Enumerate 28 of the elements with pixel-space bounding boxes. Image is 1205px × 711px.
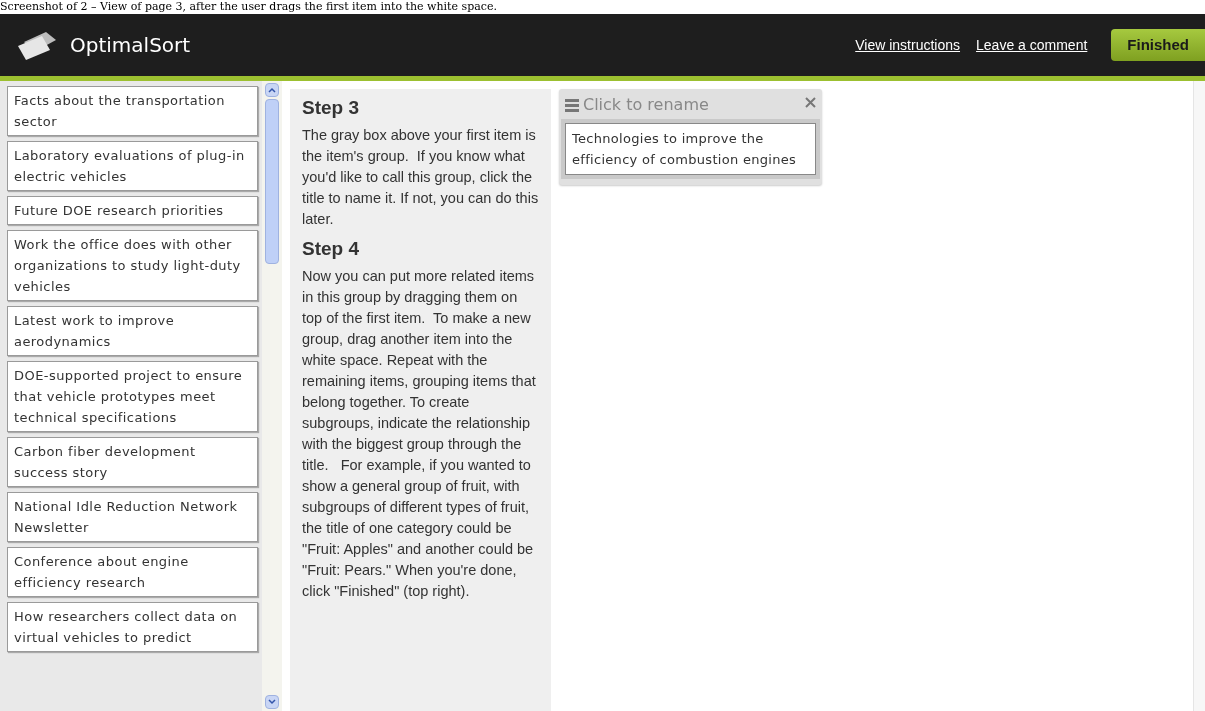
group-card[interactable]: Click to rename Technologies to improve the efficiency of combustion engines bbox=[559, 89, 822, 185]
caption: Screenshot of 2 – View of page 3, after the user drags the first item into the white space. bbox=[0, 0, 497, 14]
scroll-thumb[interactable] bbox=[265, 99, 279, 264]
card-item[interactable]: Carbon fiber development success story bbox=[7, 437, 258, 487]
menu-icon[interactable] bbox=[565, 98, 579, 112]
scroll-down-icon[interactable] bbox=[265, 695, 279, 709]
page-scrollbar[interactable] bbox=[1193, 81, 1205, 711]
step-heading: Step 3 bbox=[302, 96, 361, 120]
header-link[interactable]: View instructions bbox=[855, 34, 961, 56]
card-item[interactable]: DOE-supported project to ensure that vehicle prototypes meet technical specifications bbox=[7, 361, 258, 432]
card-item[interactable]: Work the office does with other organizations to study light-duty vehicles bbox=[7, 230, 258, 301]
header-link[interactable]: Leave a comment bbox=[976, 34, 1088, 56]
card-item[interactable]: Conference about engine efficiency research bbox=[7, 547, 258, 597]
card-item[interactable]: Technologies to improve the efficiency of combustion engines bbox=[565, 123, 816, 175]
finished-button[interactable]: Finished bbox=[1111, 29, 1205, 61]
scrollbar[interactable] bbox=[262, 81, 282, 711]
card-item[interactable]: Laboratory evaluations of plug-in electric vehicles bbox=[7, 141, 258, 191]
step-text: The gray box above your first item is the item's group. If you know what you'd like to call this group, click the title to name it. If not, you can do this later. bbox=[302, 126, 539, 229]
step-text: Now you can put more related items in this group by dragging them on top of the first item. To make a new group, drag another item into the white space. Repeat with the remaining items, grouping items that belong together. To create subgroups, indicate the relationship with the biggest group through the title. For example, if you wanted to show a general group of fruit, with subgroups of different types of fruit, the title of one category could be "Fruit: Apples" and another could be "Fruit: Pears." When you're done, click "Finished" (top right). bbox=[302, 267, 537, 601]
brand-name: OptimalSort bbox=[70, 32, 191, 59]
card-item[interactable]: National Idle Reduction Network Newsletter bbox=[7, 492, 258, 542]
card-item[interactable]: Future DOE research priorities bbox=[7, 196, 258, 225]
step-heading: Step 4 bbox=[302, 237, 361, 261]
close-icon[interactable] bbox=[805, 96, 816, 108]
card-item[interactable]: Latest work to improve aerodynamics bbox=[7, 306, 258, 356]
scroll-up-icon[interactable] bbox=[265, 83, 279, 97]
card-item[interactable]: Facts about the transportation sector bbox=[7, 86, 258, 136]
card-item[interactable]: How researchers collect data on virtual vehicles to predict bbox=[7, 602, 258, 652]
